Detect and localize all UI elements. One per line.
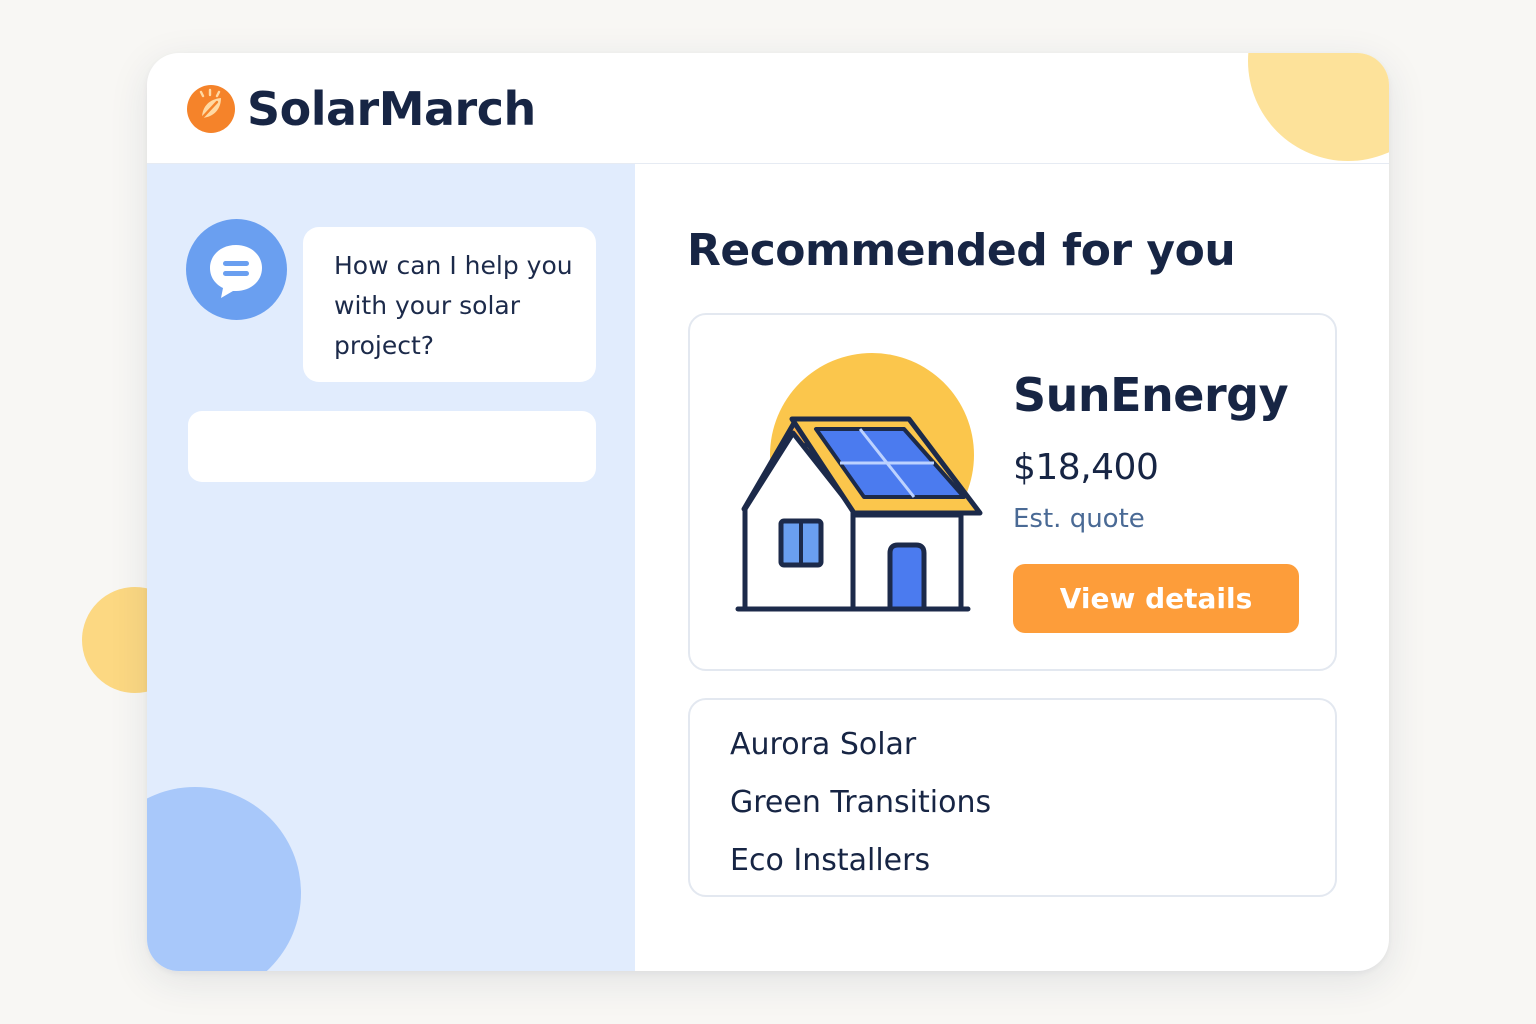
featured-recommendation-card[interactable]: SunEnergy $18,400 Est. quote View detail… <box>688 313 1337 671</box>
app-header: SolarMarch <box>147 53 1389 164</box>
list-item[interactable]: Eco Installers <box>730 832 1335 890</box>
chat-bubble-icon <box>210 245 262 298</box>
view-details-button[interactable]: View details <box>1013 564 1299 633</box>
assistant-message: How can I help you with your solar proje… <box>303 227 596 382</box>
chat-input[interactable] <box>188 411 596 482</box>
brand-name: SolarMarch <box>247 82 536 136</box>
list-item[interactable]: Aurora Solar <box>730 716 1335 774</box>
decorative-circle-bottom-left <box>147 787 301 971</box>
featured-price: $18,400 <box>1013 447 1159 488</box>
list-item[interactable]: Green Transitions <box>730 774 1335 832</box>
recommendations-title: Recommended for you <box>687 225 1236 276</box>
featured-provider-name: SunEnergy <box>1013 368 1289 422</box>
chat-assistant-avatar <box>186 219 287 320</box>
solar-house-illustration <box>735 353 983 612</box>
app-window: SolarMarch How can I help you with your … <box>147 53 1389 971</box>
sun-leaf-icon <box>186 84 236 134</box>
chat-panel: How can I help you with your solar proje… <box>147 164 635 971</box>
price-label: Est. quote <box>1013 504 1145 534</box>
provider-list: Aurora Solar Green Transitions Eco Insta… <box>688 698 1337 897</box>
